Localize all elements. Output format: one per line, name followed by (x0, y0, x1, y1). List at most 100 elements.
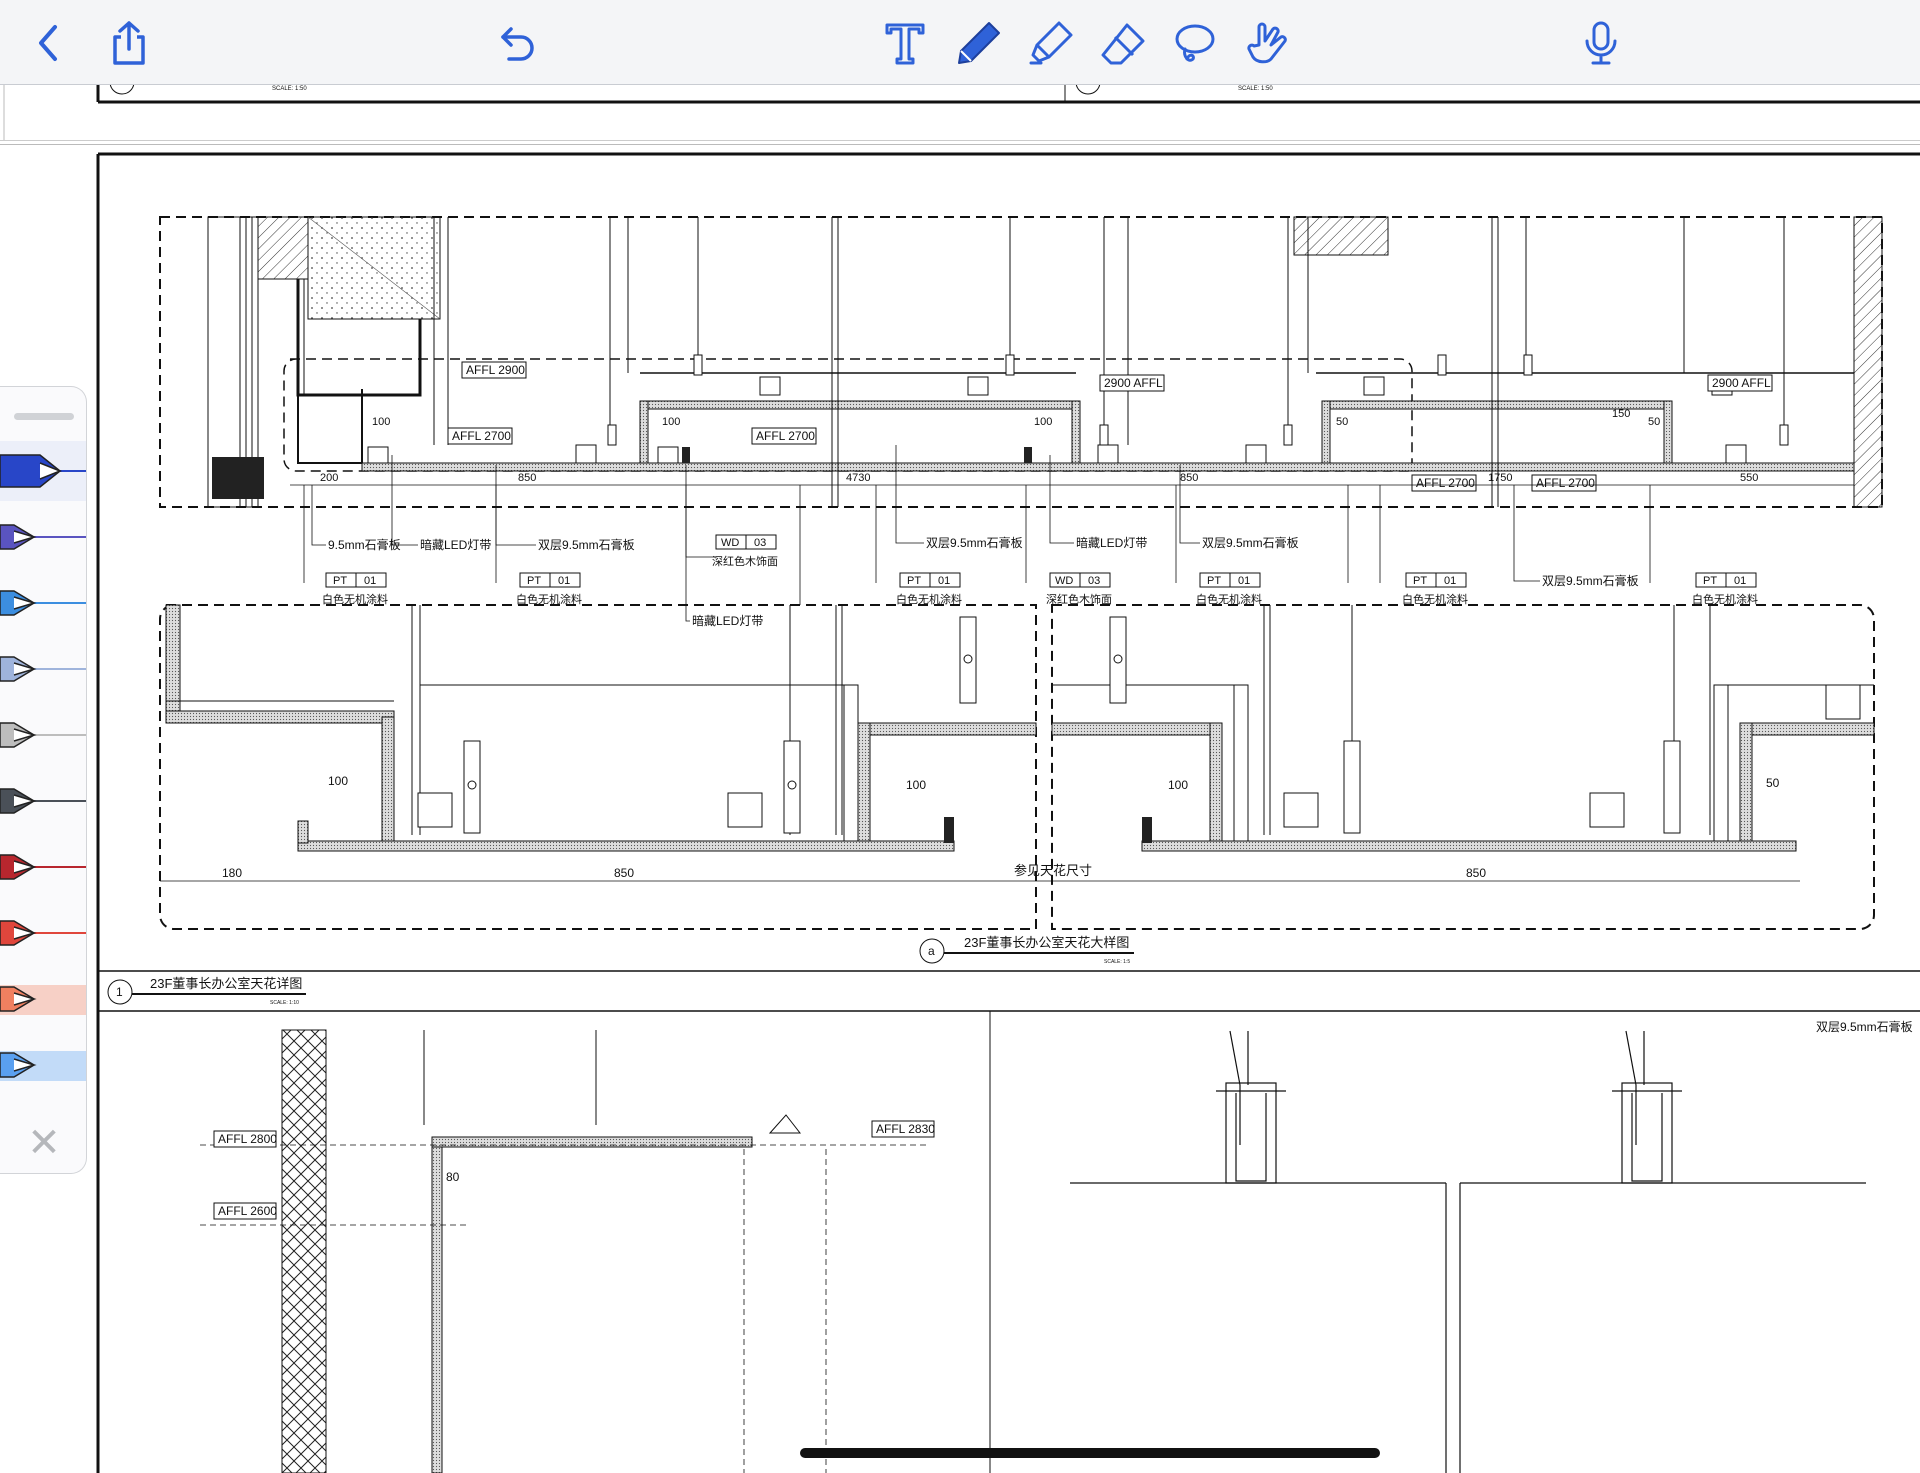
dim-150-a: 150 (1612, 408, 1630, 420)
svg-text:PT: PT (1207, 575, 1221, 587)
svg-text:深红色木饰面: 深红色木饰面 (712, 554, 778, 568)
dim-100-f: 100 (1168, 778, 1188, 792)
pen-tip-icon (0, 722, 86, 748)
label-double-gypsum-3: 双层9.5mm石膏板 (1202, 535, 1299, 550)
title-a-marker: a (928, 944, 935, 958)
label-double-gypsum: 双层9.5mm石膏板 (538, 537, 635, 552)
eraser-icon (1101, 23, 1145, 65)
label-double-gypsum-2: 双层9.5mm石膏板 (926, 535, 1023, 550)
label-led-hidden-3: 暗藏LED灯带 (1076, 535, 1147, 550)
touch-tool-button[interactable] (1238, 14, 1296, 72)
svg-text:PT: PT (527, 575, 541, 587)
dim-100-e: 100 (906, 778, 926, 792)
eraser-tool-button[interactable] (1094, 14, 1152, 72)
back-button[interactable] (20, 14, 78, 72)
microphone-icon (1585, 21, 1617, 65)
svg-text:01: 01 (558, 575, 570, 587)
share-button[interactable] (100, 14, 158, 72)
material-tag: PT 01 白色无机涂料 (896, 572, 962, 606)
pen-swatch-3[interactable] (0, 573, 86, 633)
level-tag-b2: AFFL 2600 (218, 1204, 277, 1218)
home-indicator[interactable] (800, 1448, 1380, 1458)
material-tag: WD 03 深红色木饰面 (712, 534, 778, 568)
close-palette-button[interactable]: ✕ (24, 1123, 64, 1163)
highlighter-icon (0, 985, 86, 1015)
title-a-scale: SCALE: 1:5 (1104, 959, 1130, 965)
svg-text:PT: PT (907, 575, 921, 587)
dim-4730: 4730 (846, 472, 870, 484)
dim-850-a: 850 (518, 472, 536, 484)
ref-size-note: 参见天花尺寸 (1014, 863, 1092, 878)
lasso-tool-button[interactable] (1166, 14, 1224, 72)
dim-50-c: 50 (1766, 776, 1780, 790)
prev-scale-right: SCALE: 1:50 (1238, 86, 1273, 92)
svg-text:PT: PT (1703, 575, 1717, 587)
svg-text:WD: WD (1055, 575, 1073, 587)
svg-text:白色无机涂料: 白色无机涂料 (1692, 592, 1758, 606)
label-led-hidden-2: 暗藏LED灯带 (692, 613, 763, 628)
pen-icon (958, 22, 1000, 64)
annotation-toolbar (0, 0, 1920, 85)
highlighter-icon (1029, 21, 1073, 65)
level-tag-a1: AFFL 2900 (466, 363, 525, 377)
dim-80: 80 (446, 1170, 460, 1184)
undo-icon (501, 27, 534, 61)
undo-button[interactable] (486, 14, 544, 72)
level-tag-a4: 2900 AFFL (1104, 376, 1163, 390)
highlighter-swatch-9[interactable] (0, 969, 86, 1029)
microphone-button[interactable] (1572, 14, 1630, 72)
dim-100-d: 100 (328, 774, 348, 788)
text-icon (885, 23, 925, 65)
dim-850-d: 850 (1466, 866, 1486, 880)
pen-tip-icon (0, 920, 86, 946)
pen-tip-icon (0, 590, 86, 616)
dim-550: 550 (1740, 472, 1758, 484)
pen-swatch-4[interactable] (0, 639, 86, 699)
dim-180: 180 (222, 866, 242, 880)
label-led-hidden: 暗藏LED灯带 (420, 537, 491, 552)
pen-tip-icon (0, 788, 86, 814)
material-tag: WD 03 深红色木饰面 (1046, 572, 1112, 606)
pen-swatch-5[interactable] (0, 705, 86, 765)
pen-tip-icon (0, 524, 86, 550)
close-icon: ✕ (27, 1121, 61, 1165)
svg-text:01: 01 (364, 575, 376, 587)
highlighter-tool-button[interactable] (1022, 14, 1080, 72)
dim-850-b: 850 (1180, 472, 1198, 484)
pen-swatch-2[interactable] (0, 507, 86, 567)
level-tag-b1: AFFL 2800 (218, 1132, 277, 1146)
highlighter-swatch-10[interactable] (0, 1035, 86, 1095)
share-icon (113, 21, 145, 65)
svg-text:WD: WD (721, 537, 739, 549)
dim-100-a: 100 (372, 416, 390, 428)
palette-drag-handle[interactable] (14, 413, 74, 420)
text-tool-button[interactable] (876, 14, 934, 72)
dim-100-b: 100 (662, 416, 680, 428)
dim-850-c: 850 (614, 866, 634, 880)
title-1-scale: SCALE: 1:10 (270, 1000, 299, 1006)
pen-swatch-8[interactable] (0, 903, 86, 963)
pen-tool-button[interactable] (950, 14, 1008, 72)
pen-tip-icon (0, 656, 86, 682)
pen-swatch-1[interactable] (0, 441, 86, 501)
material-tag: PT 01 白色无机涂料 (1402, 572, 1468, 606)
title-a-text: 23F董事长办公室天花大样图 (964, 935, 1129, 950)
pen-swatch-7[interactable] (0, 837, 86, 897)
pdf-document-viewer[interactable]: SCALE: 1:50 SCALE: 1:50 AFFL 2900 AFFL 2… (0, 69, 1920, 1473)
pen-swatch-6[interactable] (0, 771, 86, 831)
detail-title-1: 1 23F董事长办公室天花详图 SCALE: 1:10 (107, 976, 306, 1006)
level-tag-a6: AFFL 2700 (1536, 476, 1595, 490)
dim-50-b: 50 (1648, 416, 1660, 428)
material-tag: PT 01 白色无机涂料 (1692, 572, 1758, 606)
dim-1750: 1750 (1488, 472, 1512, 484)
label-double-gypsum-5: 双层9.5mm石膏板 (1816, 1019, 1913, 1034)
highlighter-icon (0, 1051, 86, 1081)
dim-50-a: 50 (1336, 416, 1348, 428)
hand-pointer-icon (1247, 22, 1287, 64)
pdf-page: AFFL 2900 AFFL 2700 AFFL 2700 2900 AFFL … (0, 144, 1920, 1473)
pen-tip-icon (0, 454, 86, 488)
dim-100-c: 100 (1034, 416, 1052, 428)
label-double-gypsum-4: 双层9.5mm石膏板 (1542, 573, 1639, 588)
svg-text:01: 01 (1444, 575, 1456, 587)
svg-text:白色无机涂料: 白色无机涂料 (1196, 592, 1262, 606)
